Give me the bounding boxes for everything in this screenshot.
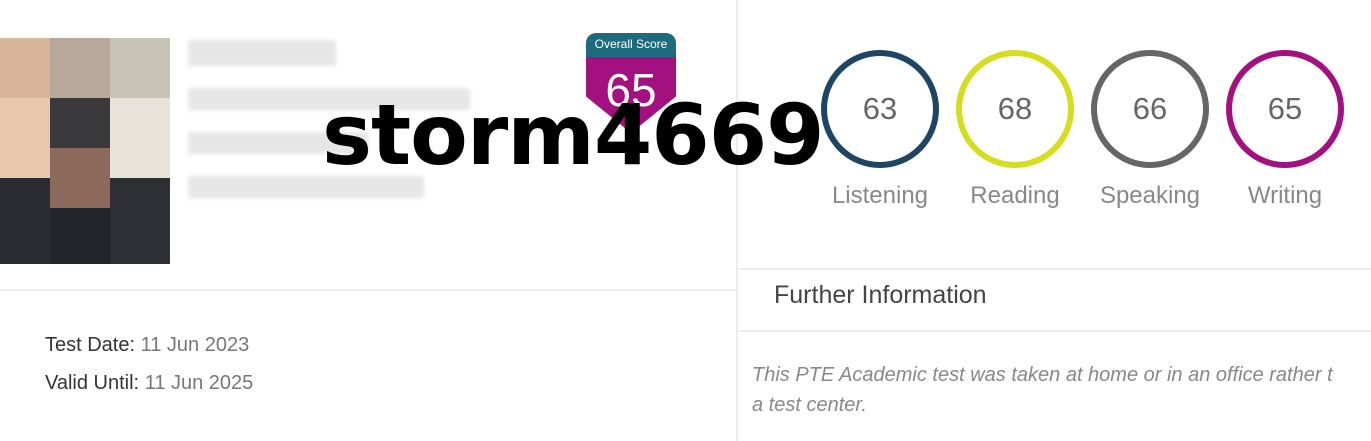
- further-information-line-1: This PTE Academic test was taken at home…: [752, 364, 1333, 386]
- writing-score-ring: 65: [1226, 50, 1344, 168]
- speaking-label: Speaking: [1099, 182, 1201, 209]
- writing-label: Writing: [1247, 182, 1323, 209]
- valid-until-label: Valid Until:: [45, 372, 140, 394]
- candidate-name-redacted: [188, 40, 336, 66]
- speaking-score-ring: 66: [1091, 50, 1209, 168]
- divider: [738, 330, 1371, 332]
- scores-panel: 63 Listening 68 Reading 66 Speaking 65 W…: [736, 0, 1371, 441]
- watermark-text: storm4669: [322, 86, 825, 184]
- further-information-text: This PTE Academic test was taken at home…: [752, 360, 1371, 420]
- listening-score-ring: 63: [821, 50, 939, 168]
- test-date-label: Test Date:: [45, 334, 136, 356]
- overall-score-label: Overall Score: [586, 33, 676, 57]
- reading-score-ring: 68: [956, 50, 1074, 168]
- test-date-row: Test Date: 11 Jun 2023: [45, 334, 249, 357]
- valid-until-value: 11 Jun 2025: [144, 372, 254, 394]
- test-date-value: 11 Jun 2023: [140, 334, 250, 356]
- divider: [0, 289, 736, 291]
- valid-until-row: Valid Until: 11 Jun 2025: [45, 372, 253, 395]
- further-information-title: Further Information: [774, 281, 987, 309]
- divider: [738, 268, 1371, 270]
- listening-label: Listening: [831, 182, 929, 209]
- candidate-photo: [0, 38, 170, 264]
- reading-label: Reading: [970, 182, 1060, 209]
- further-information-line-2: a test center.: [752, 394, 867, 416]
- candidate-panel: Overall Score 65 Test Date: 11 Jun 2023 …: [0, 0, 736, 441]
